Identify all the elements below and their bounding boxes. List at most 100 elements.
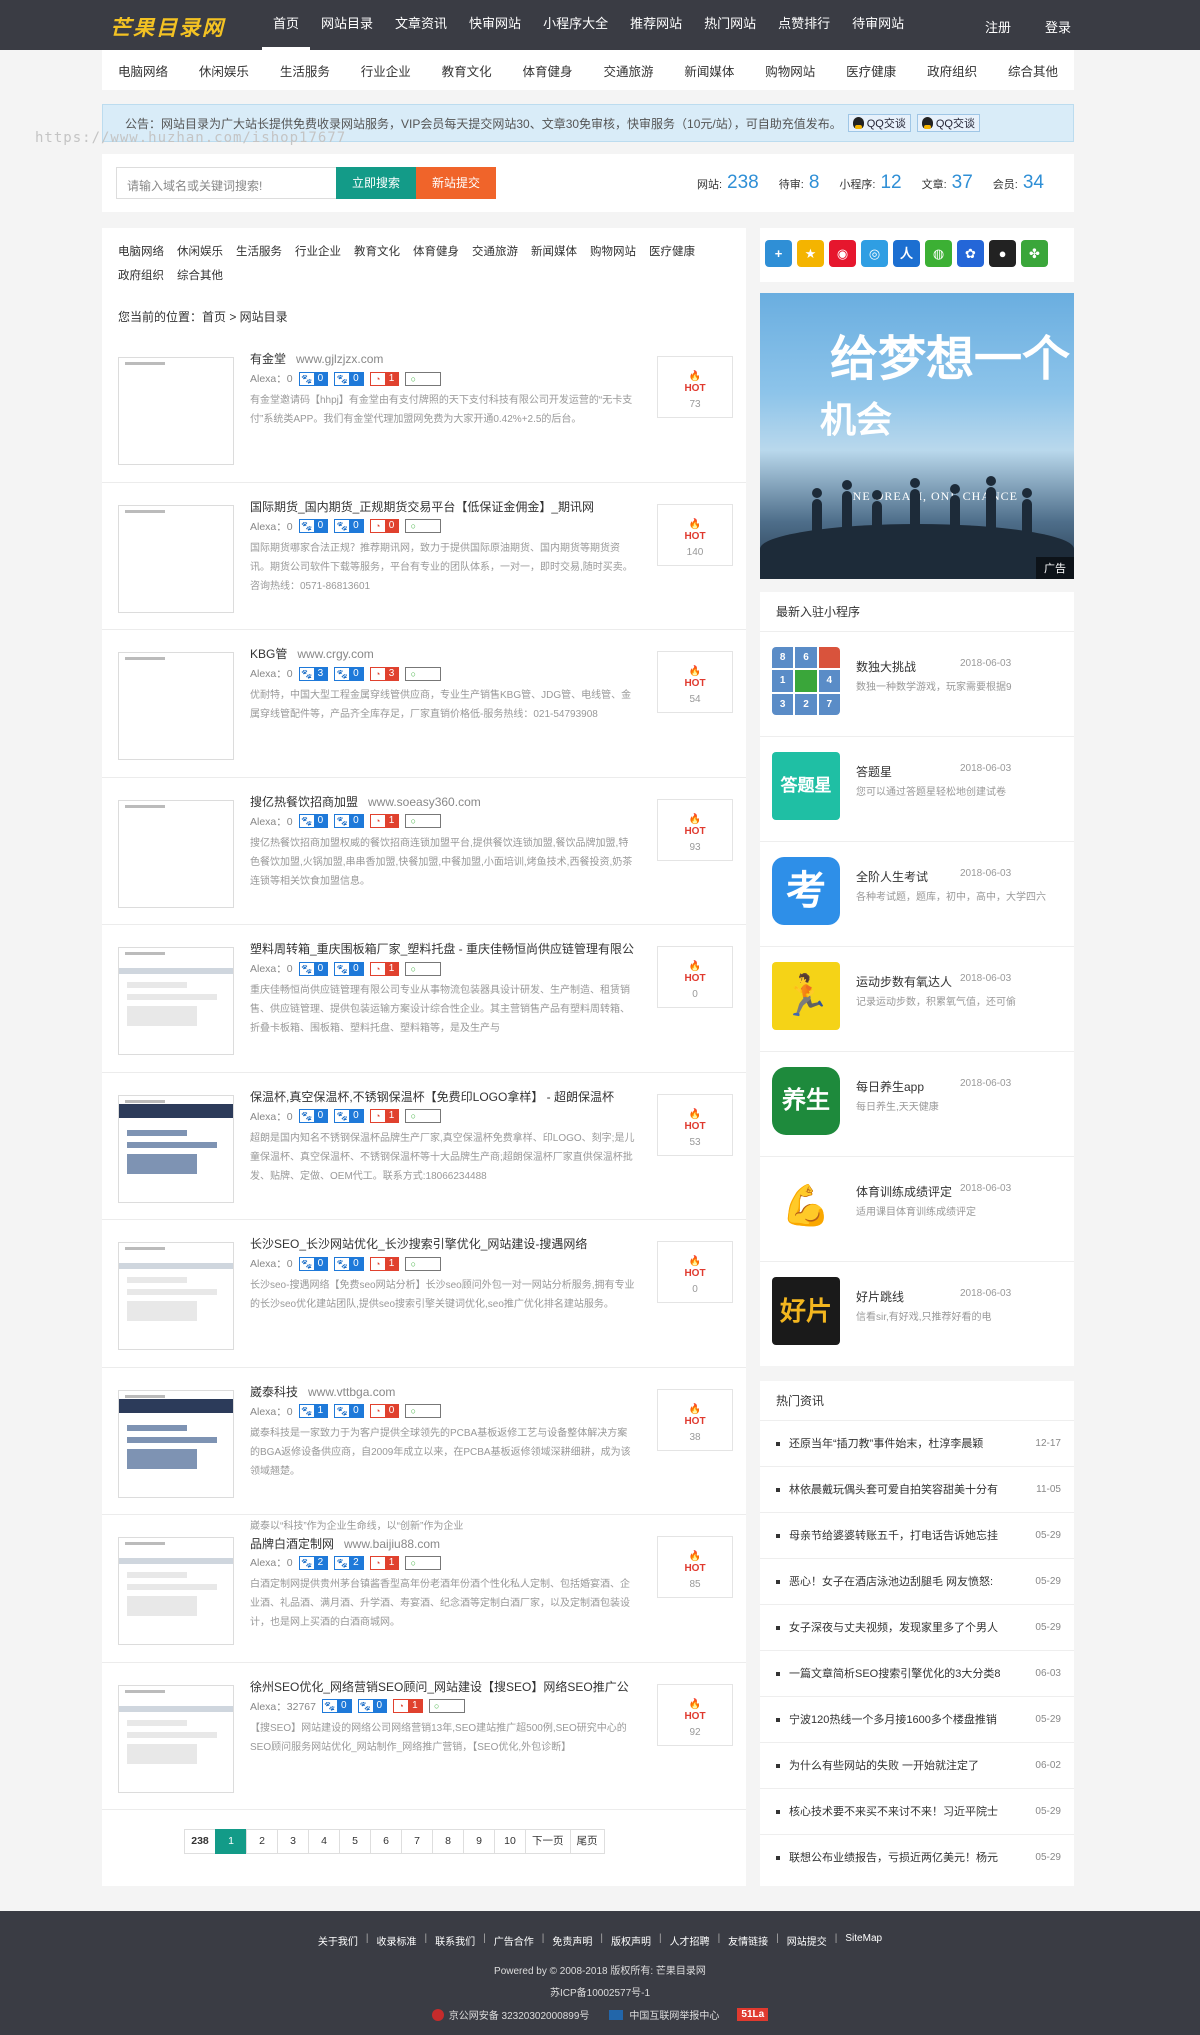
- page-button[interactable]: 6: [370, 1829, 402, 1854]
- stats-badge[interactable]: 51La: [737, 2008, 769, 2021]
- nav-like-ranking[interactable]: 点赞排行: [767, 0, 841, 50]
- category-link[interactable]: 新闻媒体: [684, 61, 734, 80]
- site-thumbnail[interactable]: [118, 1389, 234, 1498]
- last-page-button[interactable]: 尾页: [569, 1829, 605, 1854]
- footer-link[interactable]: 免责声明: [552, 1933, 592, 1948]
- category-link[interactable]: 政府组织: [927, 61, 977, 80]
- page-button[interactable]: 9: [463, 1829, 495, 1854]
- nav-pending[interactable]: 待审网站: [841, 0, 915, 50]
- mini-program-item[interactable]: 86 14 327 数独大挑战 2018-06-03 数独一种数学游戏，玩家需要…: [760, 632, 1074, 737]
- news-item[interactable]: 核心技术要不来买不来讨不来！习近平院士 05-29: [760, 1789, 1074, 1835]
- footer-link[interactable]: 版权声明: [611, 1933, 651, 1948]
- page-button[interactable]: 4: [308, 1829, 340, 1854]
- site-domain[interactable]: www.soeasy360.com: [368, 795, 481, 809]
- mini-program-item[interactable]: 💪 体育训练成绩评定 2018-06-03 适用课目体育训练成绩评定: [760, 1157, 1074, 1262]
- page-button[interactable]: 10: [494, 1829, 526, 1854]
- advertisement-banner[interactable]: 给梦想一个 机会 ONE DREAM, ONE CHANCE 广告: [760, 293, 1074, 579]
- page-button[interactable]: 8: [432, 1829, 464, 1854]
- mini-program-item[interactable]: 🏃 运动步数有氧达人 2018-06-03 记录运动步数，积累氧气值，还可偷: [760, 947, 1074, 1052]
- tencent-weibo-icon[interactable]: ◎: [861, 240, 888, 267]
- news-item[interactable]: 恶心！女子在酒店泳池边刮腿毛 网友愤怒: 05-29: [760, 1559, 1074, 1605]
- renren-icon[interactable]: 人: [893, 240, 920, 267]
- site-title[interactable]: 长沙SEO_长沙网站优化_长沙搜索引擎优化_网站建设-搜遇网络: [250, 1235, 597, 1252]
- site-thumbnail[interactable]: [118, 1242, 234, 1350]
- subcategory-link[interactable]: 电脑网络: [118, 240, 164, 264]
- submit-site-button[interactable]: 新站提交: [416, 167, 496, 199]
- nav-hot-sites[interactable]: 热门网站: [693, 0, 767, 50]
- news-item[interactable]: 女子深夜与丈夫视频，发现家里多了个男人 05-29: [760, 1605, 1074, 1651]
- site-domain[interactable]: www.crgy.com: [297, 647, 373, 661]
- site-title[interactable]: 塑料周转箱_重庆围板箱厂家_塑料托盘 - 重庆佳畅恒尚供应链管理有限公: [250, 940, 644, 957]
- page-button[interactable]: 7: [401, 1829, 433, 1854]
- category-link[interactable]: 电脑网络: [118, 61, 168, 80]
- site-title[interactable]: 徐州SEO优化_网络营销SEO顾问_网站建设【搜SEO】网络SEO推广公: [250, 1678, 639, 1695]
- search-input[interactable]: 请输入域名或关键词搜索!: [116, 167, 338, 199]
- footer-link[interactable]: 关于我们: [318, 1933, 358, 1948]
- subcategory-link[interactable]: 政府组织: [118, 264, 164, 288]
- baidu-icon[interactable]: ✿: [957, 240, 984, 267]
- subcategory-link[interactable]: 教育文化: [354, 240, 400, 264]
- subcategory-link[interactable]: 新闻媒体: [531, 240, 577, 264]
- site-title[interactable]: 搜亿热餐饮招商加盟 www.soeasy360.com: [250, 793, 481, 810]
- page-button[interactable]: 5: [339, 1829, 371, 1854]
- site-thumbnail[interactable]: [118, 947, 234, 1055]
- nav-directory[interactable]: 网站目录: [310, 0, 384, 50]
- plus-share-icon[interactable]: +: [765, 240, 792, 267]
- category-link[interactable]: 行业企业: [361, 61, 411, 80]
- register-link[interactable]: 注册: [985, 17, 1011, 36]
- site-title[interactable]: 有金堂 www.gjlzjzx.com: [250, 350, 383, 367]
- page-button[interactable]: 3: [277, 1829, 309, 1854]
- category-link[interactable]: 综合其他: [1008, 61, 1058, 80]
- page-button[interactable]: 2: [246, 1829, 278, 1854]
- nav-home[interactable]: 首页: [262, 0, 311, 50]
- news-item[interactable]: 一篇文章简析SEO搜索引擎优化的3大分类8 06-03: [760, 1651, 1074, 1697]
- footer-link[interactable]: 网站提交: [787, 1933, 827, 1948]
- qq-chat-button[interactable]: QQ交谈: [916, 114, 980, 132]
- category-link[interactable]: 医疗健康: [846, 61, 896, 80]
- footer-link[interactable]: 联系我们: [435, 1933, 475, 1948]
- news-item[interactable]: 为什么有些网站的失败 一开始就注定了 06-02: [760, 1743, 1074, 1789]
- nav-fast-review[interactable]: 快审网站: [458, 0, 532, 50]
- site-title[interactable]: 品牌白酒定制网 www.baijiu88.com: [250, 1535, 440, 1552]
- nav-mini-programs[interactable]: 小程序大全: [532, 0, 619, 50]
- subcategory-link[interactable]: 行业企业: [295, 240, 341, 264]
- page-button[interactable]: 1: [215, 1829, 247, 1854]
- footer-link[interactable]: SiteMap: [845, 1933, 882, 1948]
- subcategory-link[interactable]: 购物网站: [590, 240, 636, 264]
- news-item[interactable]: 母亲节给婆婆转账五千，打电话告诉她忘挂 05-29: [760, 1513, 1074, 1559]
- news-item[interactable]: 林依晨戴玩偶头套可爱自拍笑容甜美十分有 11-05: [760, 1467, 1074, 1513]
- category-link[interactable]: 购物网站: [765, 61, 815, 80]
- site-thumbnail[interactable]: [118, 1537, 234, 1645]
- site-thumbnail[interactable]: [118, 504, 234, 613]
- subcategory-link[interactable]: 休闲娱乐: [177, 240, 223, 264]
- news-item[interactable]: 联想公布业绩报告，亏损近两亿美元！杨元 05-29: [760, 1835, 1074, 1881]
- news-item[interactable]: 还原当年“插刀教”事件始末，杜淳李晨颖 12-17: [760, 1421, 1074, 1467]
- subcategory-link[interactable]: 体育健身: [413, 240, 459, 264]
- footer-link[interactable]: 广告合作: [494, 1933, 534, 1948]
- subcategory-link[interactable]: 医疗健康: [649, 240, 695, 264]
- search-button[interactable]: 立即搜索: [336, 167, 416, 199]
- subcategory-link[interactable]: 综合其他: [177, 264, 223, 288]
- police-record[interactable]: 京公网安备 32320302000899号: [449, 2007, 590, 2022]
- subcategory-link[interactable]: 生活服务: [236, 240, 282, 264]
- site-title[interactable]: 崴泰科技 www.vttbga.com: [250, 1383, 395, 1400]
- mini-program-item[interactable]: 养生 每日养生app 2018-06-03 每日养生,天天健康: [760, 1052, 1074, 1157]
- qq-chat-button[interactable]: QQ交谈: [847, 114, 911, 132]
- wechat-icon[interactable]: ◍: [925, 240, 952, 267]
- login-link[interactable]: 登录: [1045, 17, 1071, 36]
- site-domain[interactable]: www.gjlzjzx.com: [296, 352, 383, 366]
- site-title[interactable]: 保温杯,真空保温杯,不锈钢保温杯【免费印LOGO拿样】 - 超朗保温杯: [250, 1088, 624, 1105]
- nav-recommended[interactable]: 推荐网站: [619, 0, 693, 50]
- qzone-icon[interactable]: ★: [797, 240, 824, 267]
- news-item[interactable]: 宁波120热线一个多月接1600多个楼盘推销 05-29: [760, 1697, 1074, 1743]
- site-domain[interactable]: www.baijiu88.com: [344, 1537, 440, 1551]
- next-page-button[interactable]: 下一页: [525, 1829, 571, 1854]
- site-thumbnail[interactable]: [118, 1684, 234, 1793]
- site-thumbnail[interactable]: [118, 1094, 234, 1203]
- category-link[interactable]: 教育文化: [442, 61, 492, 80]
- subcategory-link[interactable]: 交通旅游: [472, 240, 518, 264]
- site-thumbnail[interactable]: [118, 357, 234, 465]
- icp-number[interactable]: 苏ICP备10002577号-1: [0, 1984, 1200, 1999]
- mini-program-item[interactable]: 考 全阶人生考试 2018-06-03 各种考试题，题库，初中，高中，大学四六: [760, 842, 1074, 947]
- site-logo[interactable]: 芒果目录网: [110, 12, 225, 42]
